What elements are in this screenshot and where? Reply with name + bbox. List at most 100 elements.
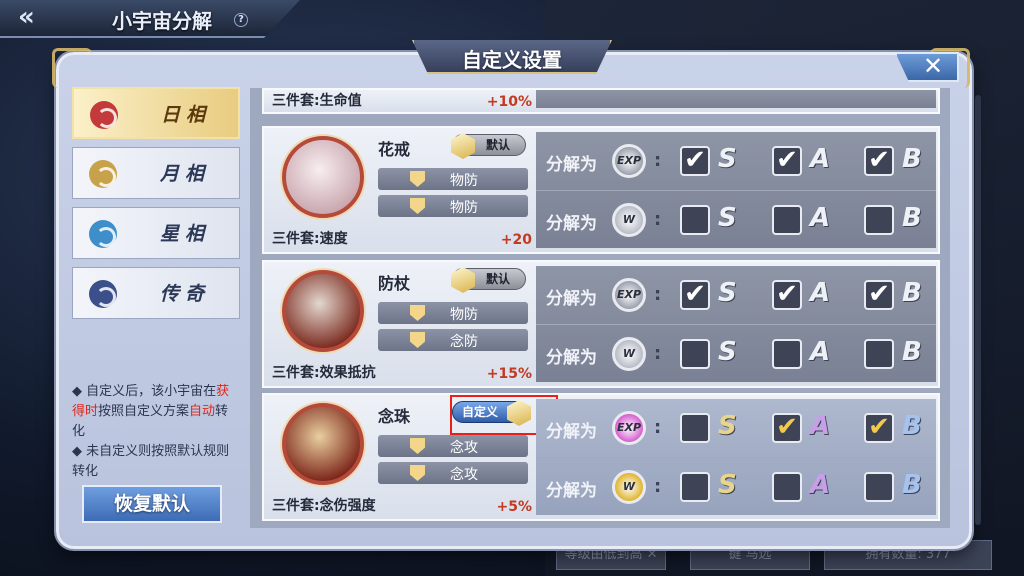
dialog-title: 自定义设置: [462, 48, 562, 72]
grade-a-checkbox[interactable]: ✔: [772, 413, 802, 443]
grade-label: A: [810, 411, 831, 441]
list-item: 防杖 默认 物防 念防 三件套:效果抵抗 +15% 分解为 EXP: ✔ S ✔ A ✔ B 分解为 W: S A…: [262, 260, 940, 388]
stat-row: 念攻: [378, 435, 528, 457]
grade-a-checkbox[interactable]: [772, 472, 802, 502]
tab-2[interactable]: 星相: [72, 207, 240, 259]
swirl-icon: [90, 101, 118, 129]
grade-b-checkbox[interactable]: [864, 339, 894, 369]
colon: :: [654, 209, 662, 230]
decompose-panel: 分解为 EXP: ✔ S ✔ A ✔ B 分解为 W: S A B: [536, 266, 936, 382]
decompose-row: 分解为 EXP: ✔ S ✔ A ✔ B: [536, 266, 936, 324]
note-line-1: ◆ 自定义后，该小宇宙在获得时按照自定义方案自动转化: [72, 384, 230, 439]
grade-b-checkbox[interactable]: [864, 205, 894, 235]
grade-a-checkbox[interactable]: [772, 205, 802, 235]
stat-row: 念攻: [378, 462, 528, 484]
item-name: 花戒: [378, 140, 411, 159]
swirl-icon: [89, 160, 117, 188]
decompose-label: 分解为: [546, 481, 597, 501]
swirl-icon: [89, 220, 117, 248]
colon: :: [654, 284, 662, 305]
decompose-row: 分解为 W: S A B: [536, 190, 936, 248]
decompose-panel: 分解为 EXP: S ✔ A ✔ B 分解为 W: S A B: [536, 399, 936, 515]
corner-ornament: [52, 48, 92, 88]
grade-s-checkbox[interactable]: [680, 205, 710, 235]
grade-b-checkbox[interactable]: ✔: [864, 413, 894, 443]
help-icon[interactable]: ?: [234, 13, 248, 27]
colon: :: [654, 476, 662, 497]
grade-label: A: [810, 337, 831, 367]
list-item: 花戒 默认 物防 物防 三件套:速度 +20 分解为 EXP: ✔ S ✔ A ✔ B 分解为 W: S A B: [262, 126, 940, 254]
mode-badge[interactable]: 自定义: [452, 400, 531, 426]
colon: :: [654, 417, 662, 438]
grade-s-checkbox[interactable]: ✔: [680, 146, 710, 176]
grade-label: S: [718, 144, 737, 174]
grade-a-checkbox[interactable]: ✔: [772, 280, 802, 310]
grade-a-checkbox[interactable]: [772, 339, 802, 369]
restore-default-button[interactable]: 恢复默认: [82, 485, 222, 523]
mode-badge[interactable]: 默认: [451, 267, 526, 293]
shield-icon: [410, 305, 425, 321]
mode-label: 自定义: [461, 405, 498, 419]
grade-a-checkbox[interactable]: ✔: [772, 146, 802, 176]
grade-s-checkbox[interactable]: [680, 339, 710, 369]
cosmos-portrait: [282, 270, 364, 352]
shield-icon: [410, 465, 425, 481]
stat-label: 念攻: [450, 467, 478, 483]
shield-icon: [410, 438, 425, 454]
stat-row: 物防: [378, 195, 528, 217]
stat-row: 物防: [378, 302, 528, 324]
tab-0[interactable]: 日相: [72, 87, 240, 139]
grade-s-checkbox[interactable]: [680, 472, 710, 502]
grade-b-checkbox[interactable]: ✔: [864, 146, 894, 176]
coin-icon: W: [612, 337, 646, 371]
set-bonus-value: +10%: [486, 94, 532, 110]
grade-label: S: [718, 337, 737, 367]
grade-label: S: [718, 278, 737, 308]
decompose-row: 分解为 W: S A B: [536, 457, 936, 515]
screen-title: 小宇宙分解: [112, 9, 212, 33]
decompose-label: 分解为: [546, 422, 597, 442]
back-button[interactable]: «: [18, 4, 62, 32]
set-bonus-value: +5%: [496, 499, 533, 515]
grade-s-checkbox[interactable]: [680, 413, 710, 443]
grade-label: A: [810, 278, 831, 308]
grade-label: S: [718, 203, 737, 233]
cosmos-portrait: [282, 403, 364, 485]
tab-label: 日相: [160, 104, 211, 126]
exp-orb-icon: EXP: [612, 144, 646, 178]
grade-s-checkbox[interactable]: ✔: [680, 280, 710, 310]
grade-label: B: [902, 337, 922, 367]
grade-label: B: [902, 203, 922, 233]
cosmos-portrait: [282, 136, 364, 218]
tab-label: 星相: [159, 223, 210, 245]
tab-1[interactable]: 月相: [72, 147, 240, 199]
mode-badge[interactable]: 默认: [451, 133, 526, 159]
stat-row: 念防: [378, 329, 528, 351]
note-line-2: ◆ 未自定义则按照默认规则转化: [72, 444, 230, 479]
list-item: 念珠 自定义 念攻 念攻 三件套:念伤强度 +5% 分解为 EXP: S ✔ A ✔ B 分解为 W: S A B: [262, 393, 940, 521]
item-name: 念珠: [378, 407, 411, 426]
scrollbar[interactable]: [975, 95, 981, 525]
item-list[interactable]: 三件套:生命值 +10% 花戒 默认 物防 物防 三件套:速度 +20 分解为 EXP: ✔ S ✔…: [250, 88, 950, 528]
set-bonus-label: 三件套:生命值: [272, 93, 362, 109]
shield-icon: [410, 332, 425, 348]
grade-label: B: [902, 278, 922, 308]
set-bonus-label: 三件套:速度: [272, 231, 348, 247]
decompose-row: 分解为 EXP: ✔ S ✔ A ✔ B: [536, 132, 936, 190]
exp-orb-icon: EXP: [612, 278, 646, 312]
coin-icon: W: [612, 470, 646, 504]
decompose-panel: [536, 90, 936, 108]
decompose-label: 分解为: [546, 214, 597, 234]
tab-label: 月相: [159, 163, 210, 185]
grade-b-checkbox[interactable]: [864, 472, 894, 502]
tab-3[interactable]: 传奇: [72, 267, 240, 319]
grade-label: S: [718, 411, 737, 441]
colon: :: [654, 343, 662, 364]
hexagon-icon: [451, 133, 475, 159]
stat-label: 物防: [450, 307, 478, 323]
stat-label: 念攻: [450, 440, 478, 456]
decompose-label: 分解为: [546, 289, 597, 309]
grade-b-checkbox[interactable]: ✔: [864, 280, 894, 310]
grade-label: S: [718, 470, 737, 500]
stat-label: 念防: [450, 334, 478, 350]
